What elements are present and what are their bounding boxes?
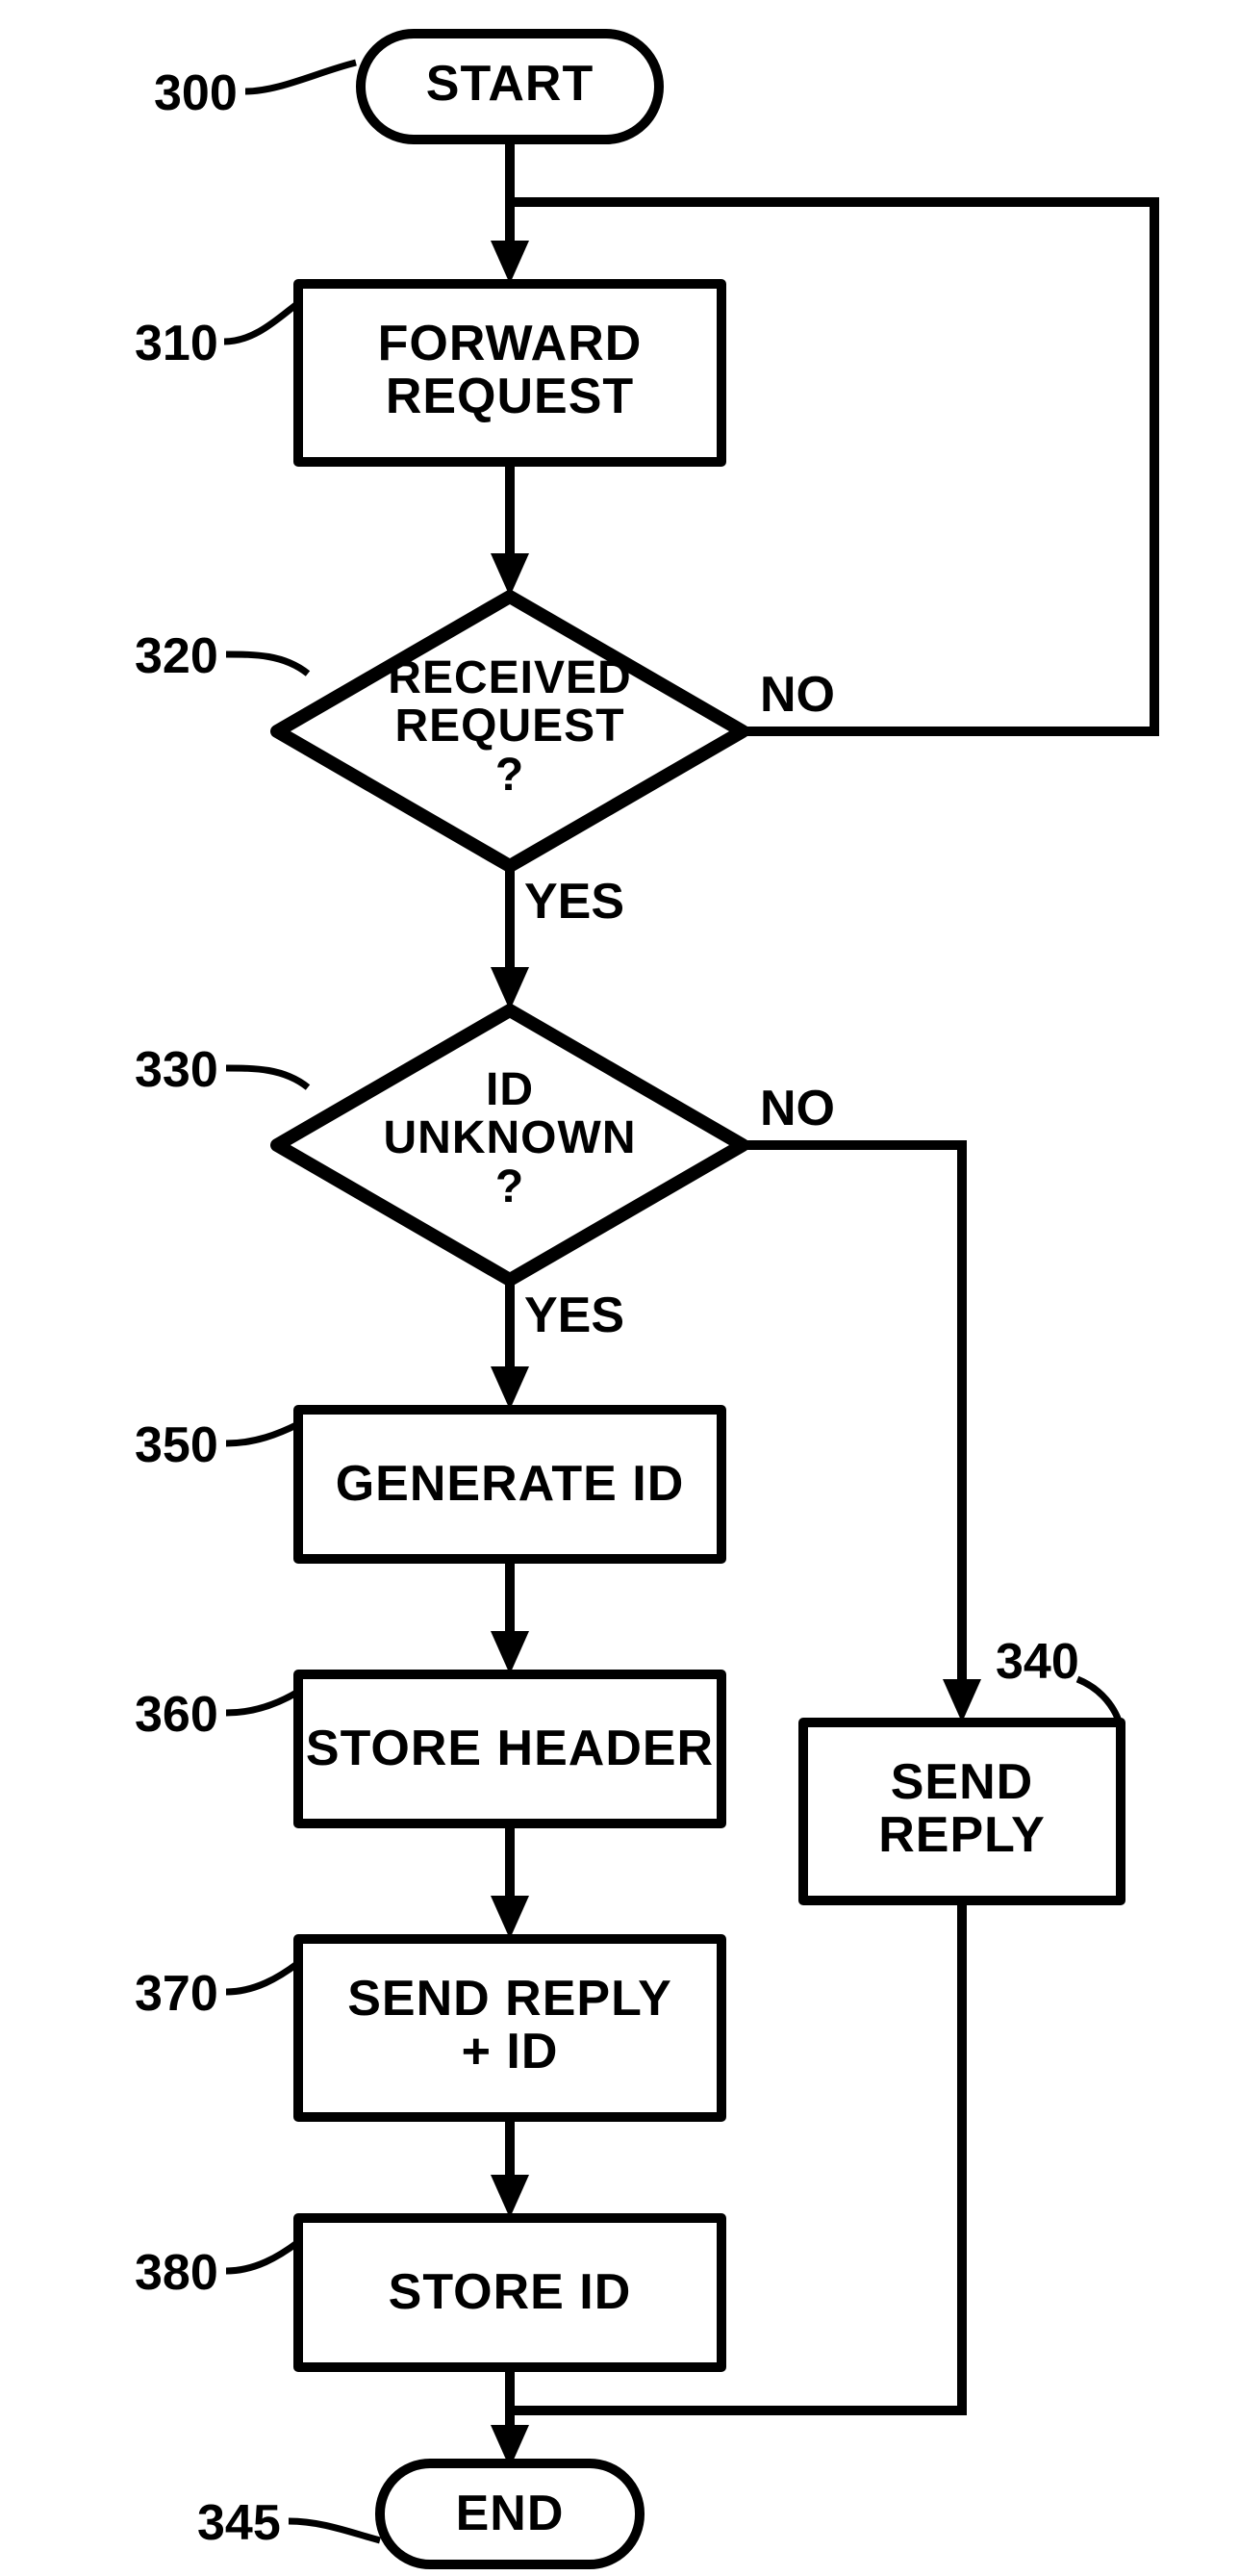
arrowhead: [491, 1366, 529, 1410]
leader-360: [226, 1692, 298, 1713]
flowchart-canvas: START FORWARD REQUEST RECEIVED REQUEST ?…: [0, 0, 1239, 2576]
node-received-request: [277, 597, 743, 866]
node-start: [361, 34, 659, 140]
node-store-id: [298, 2218, 721, 2367]
node-generate-id: [298, 1410, 721, 1559]
node-id-unknown: [277, 1010, 743, 1280]
leader-310: [224, 303, 298, 342]
flowchart-svg: [0, 0, 1239, 2576]
arrowhead: [491, 2175, 529, 2218]
arrowhead: [491, 241, 529, 284]
node-end: [380, 2463, 640, 2564]
leader-345: [289, 2521, 380, 2540]
node-send-reply: [803, 1722, 1121, 1900]
arrowhead: [943, 1679, 981, 1722]
leader-350: [226, 1424, 298, 1443]
leader-380: [226, 2242, 298, 2271]
leader-320: [226, 654, 308, 674]
node-send-reply-id: [298, 1939, 721, 2117]
edge-idq-sreply: [741, 1145, 962, 1703]
arrowhead: [491, 1631, 529, 1674]
node-forward-request: [298, 284, 721, 462]
arrowhead: [491, 1896, 529, 1939]
leader-300: [245, 63, 356, 91]
leader-370: [226, 1963, 298, 1992]
leader-330: [226, 1068, 308, 1087]
node-store-header: [298, 1674, 721, 1824]
